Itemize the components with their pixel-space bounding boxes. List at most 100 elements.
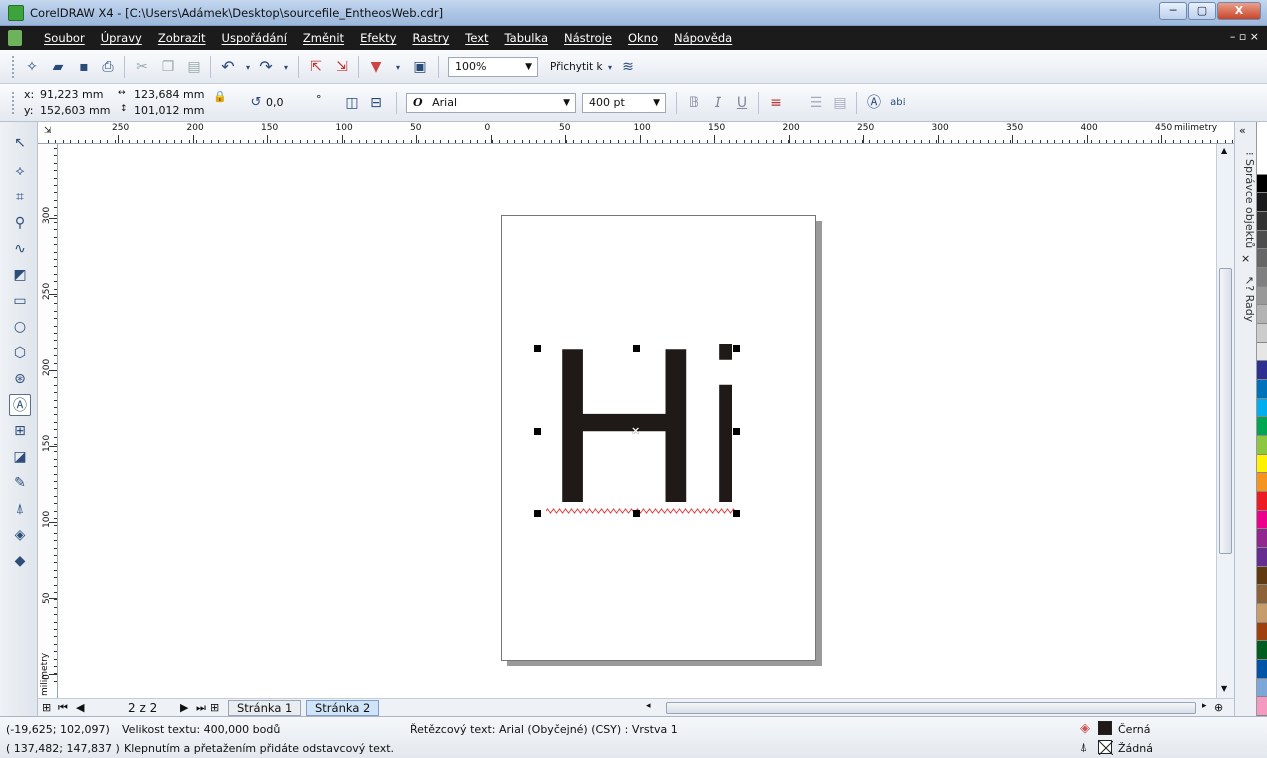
vertical-ruler[interactable]: milimetry 300 250 200 150 100 50 0 — [38, 144, 58, 698]
new-document-icon[interactable]: ✧ — [22, 57, 42, 77]
palette-swatch[interactable] — [1257, 678, 1267, 698]
selection-handle-top-center[interactable] — [633, 345, 640, 352]
menu-upravy[interactable]: Úpravy — [101, 31, 142, 45]
palette-swatch[interactable] — [1257, 156, 1267, 175]
shape-tool-icon[interactable]: ⟡ — [9, 160, 31, 182]
palette-swatch[interactable] — [1257, 380, 1267, 399]
page-tab-2[interactable]: Stránka 2 — [306, 700, 380, 716]
toolbar-grip[interactable] — [12, 56, 16, 78]
palette-swatch[interactable] — [1257, 174, 1267, 194]
horizontal-scroll-thumb[interactable] — [666, 702, 1196, 714]
collapse-docker-icon[interactable]: « — [1239, 124, 1246, 137]
options-icon[interactable]: ≋ — [618, 57, 638, 77]
lock-ratio-icon[interactable]: 🔒 — [210, 87, 230, 107]
palette-swatch[interactable] — [1257, 548, 1267, 567]
mdi-controls[interactable]: – ▫ × — [1230, 30, 1259, 43]
print-icon[interactable]: ⎙ — [98, 57, 118, 77]
menu-zmenit[interactable]: Změnit — [303, 31, 344, 45]
palette-swatch[interactable] — [1257, 249, 1267, 268]
scroll-left-icon[interactable]: ◂ — [646, 701, 651, 711]
selection-handle-middle-left[interactable] — [534, 428, 541, 435]
last-page-icon[interactable]: ⏭ — [196, 701, 206, 715]
palette-swatch[interactable] — [1257, 510, 1267, 530]
fill-icon[interactable]: ◈ — [1080, 721, 1090, 736]
artistic-text-hi[interactable]: Hi — [552, 344, 732, 514]
menu-nastroje[interactable]: Nástroje — [564, 31, 612, 45]
underline-icon[interactable]: U — [732, 93, 752, 113]
scroll-right-icon[interactable]: ▸ — [1202, 701, 1207, 711]
navigator-icon[interactable]: ⊕ — [1214, 701, 1223, 714]
menu-text[interactable]: Text — [465, 31, 488, 45]
palette-swatch[interactable] — [1257, 417, 1267, 436]
vertical-scrollbar[interactable]: ▲ ▼ — [1216, 144, 1234, 698]
save-icon[interactable]: ▪ — [74, 57, 94, 77]
height-field[interactable]: 101,012 mm — [134, 104, 204, 117]
drawing-canvas[interactable]: Hi × — [58, 144, 1216, 698]
fill-tool-icon[interactable]: ◈ — [9, 524, 31, 546]
palette-swatch[interactable] — [1257, 230, 1267, 250]
text-align-icon[interactable]: ≡ — [766, 93, 786, 113]
palette-swatch[interactable] — [1257, 193, 1267, 212]
menu-zobrazit[interactable]: Zobrazit — [158, 31, 206, 45]
selection-handle-top-right[interactable] — [733, 345, 740, 352]
freehand-tool-icon[interactable]: ∿ — [9, 238, 31, 260]
menu-okno[interactable]: Okno — [628, 31, 658, 45]
minimize-button[interactable]: ─ — [1159, 2, 1187, 20]
palette-swatch[interactable] — [1257, 473, 1267, 492]
snap-to-label[interactable]: Přichytit k — [550, 61, 603, 73]
outline-pen-icon[interactable]: ⍋ — [1080, 740, 1087, 755]
import-icon[interactable]: ⇱ — [306, 57, 326, 77]
next-page-icon[interactable]: ▶ — [180, 701, 188, 714]
palette-swatch[interactable] — [1257, 660, 1267, 679]
crop-tool-icon[interactable]: ⌗ — [9, 186, 31, 208]
font-size-combo[interactable]: 400 pt ▼ — [582, 93, 666, 113]
palette-swatch[interactable] — [1257, 697, 1267, 716]
palette-swatch[interactable] — [1257, 604, 1267, 623]
palette-swatch[interactable] — [1257, 305, 1267, 324]
palette-swatch[interactable] — [1257, 398, 1267, 418]
palette-swatch[interactable] — [1257, 361, 1267, 380]
interactive-blend-tool-icon[interactable]: ◪ — [9, 446, 31, 468]
close-docker-icon[interactable]: × — [1241, 252, 1250, 265]
drop-cap-icon[interactable]: ▤ — [830, 93, 850, 113]
snap-dropdown-icon[interactable]: ▾ — [600, 58, 620, 78]
outline-color-swatch[interactable] — [1098, 740, 1114, 756]
hints-tab[interactable]: ↖? Rady — [1236, 272, 1256, 326]
scroll-up-icon[interactable]: ▲ — [1221, 146, 1227, 155]
palette-swatch[interactable] — [1257, 286, 1267, 306]
font-list-combo[interactable]: O Arial ▼ — [406, 93, 576, 113]
selection-handle-bottom-left[interactable] — [534, 510, 541, 517]
rotation-center-icon[interactable]: × — [631, 424, 640, 437]
palette-swatch[interactable] — [1257, 641, 1267, 660]
edit-text-icon[interactable]: Ⓐ — [864, 93, 884, 113]
ellipse-tool-icon[interactable]: ○ — [9, 316, 31, 338]
italic-icon[interactable]: 𝘐 — [708, 93, 728, 113]
width-field[interactable]: 123,684 mm — [134, 88, 204, 101]
menu-soubor[interactable]: Soubor — [44, 31, 85, 45]
add-page-after-icon[interactable]: ⊞ — [210, 701, 219, 714]
document-icon[interactable] — [8, 30, 22, 46]
basic-shapes-tool-icon[interactable]: ⊛ — [9, 368, 31, 390]
smart-fill-tool-icon[interactable]: ◩ — [9, 264, 31, 286]
horizontal-ruler[interactable]: ⇲ milimetry 250 200 150 100 50 0 50 100 150 200 25… — [38, 122, 1234, 144]
palette-swatch[interactable] — [1257, 566, 1267, 586]
polygon-tool-icon[interactable]: ⬡ — [9, 342, 31, 364]
undo-icon[interactable]: ↶ — [218, 57, 238, 77]
text-tool-icon[interactable]: Ⓐ — [9, 394, 31, 416]
redo-dropdown-icon[interactable]: ▾ — [276, 58, 296, 78]
welcome-screen-icon[interactable]: ▣ — [410, 57, 430, 77]
table-tool-icon[interactable]: ⊞ — [9, 420, 31, 442]
selection-handle-top-left[interactable] — [534, 345, 541, 352]
rotation-field[interactable]: 0,0 — [266, 96, 284, 109]
menu-rastry[interactable]: Rastry — [412, 31, 449, 45]
palette-swatch[interactable] — [1257, 268, 1267, 287]
ruler-origin-icon[interactable]: ⇲ — [44, 126, 52, 136]
undo-dropdown-icon[interactable]: ▾ — [238, 58, 258, 78]
x-position-field[interactable]: 91,223 mm — [40, 88, 103, 101]
rectangle-tool-icon[interactable]: ▭ — [9, 290, 31, 312]
bold-icon[interactable]: 𝔹 — [684, 93, 704, 113]
palette-swatch[interactable] — [1257, 454, 1267, 474]
cut-icon[interactable]: ✂ — [132, 57, 152, 77]
pick-tool-icon[interactable]: ↖ — [9, 132, 31, 154]
paste-icon[interactable]: ▤ — [184, 57, 204, 77]
